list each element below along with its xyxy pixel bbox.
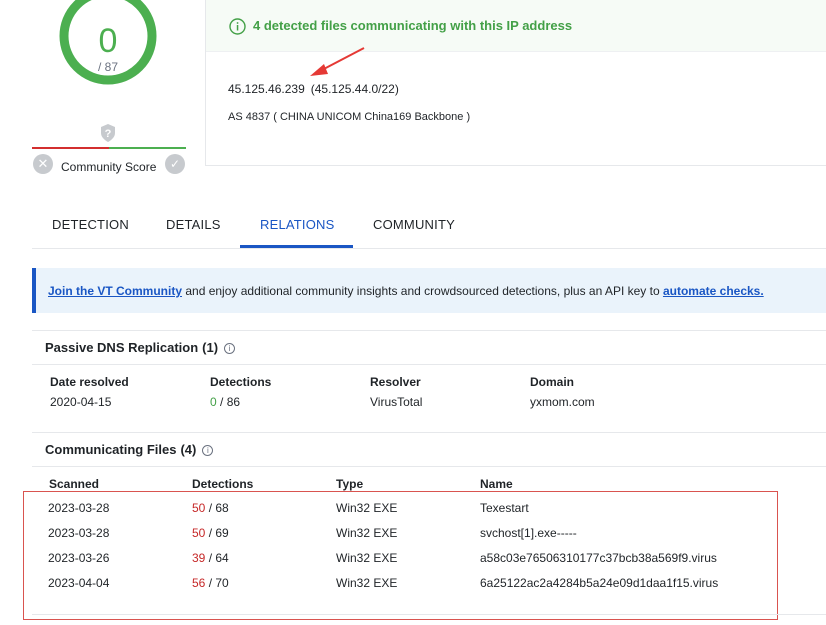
community-bar-positive bbox=[109, 147, 186, 149]
col-detections: Detections bbox=[210, 375, 272, 389]
dns-detections-count: 0 bbox=[210, 395, 217, 409]
community-score-label: Community Score bbox=[61, 160, 157, 174]
detection-total: / 87 bbox=[97, 60, 118, 74]
question-mark-icon: ? bbox=[101, 124, 115, 142]
divider bbox=[32, 364, 826, 365]
community-score-bar bbox=[32, 147, 186, 149]
vt-community-banner-text: Join the VT Community and enjoy addition… bbox=[48, 284, 764, 298]
tab-details[interactable]: DETAILS bbox=[166, 217, 221, 232]
tab-detection[interactable]: DETECTION bbox=[52, 217, 129, 232]
info-circle-icon bbox=[229, 18, 246, 35]
automate-checks-link[interactable]: automate checks. bbox=[663, 284, 764, 298]
col-scanned: Scanned bbox=[49, 477, 100, 491]
annotation-highlight-box bbox=[23, 491, 778, 620]
tab-community[interactable]: COMMUNITY bbox=[373, 217, 455, 232]
divider bbox=[32, 466, 826, 467]
communicating-files-title-text: Communicating Files bbox=[45, 442, 177, 457]
vt-banner-body: and enjoy additional community insights … bbox=[182, 284, 663, 298]
vt-community-banner: Join the VT Community and enjoy addition… bbox=[32, 268, 826, 313]
detection-score: 0 bbox=[98, 22, 118, 60]
score-widget: 0 / 87 ? ✕ Community Score ✓ bbox=[30, 0, 190, 180]
ip-address: 45.125.46.239 bbox=[228, 82, 305, 96]
detection-banner-text: 4 detected files communicating with this… bbox=[253, 18, 573, 33]
as-info: AS 4837 ( CHINA UNICOM China169 Backbone… bbox=[228, 111, 471, 123]
col-type: Type bbox=[336, 477, 364, 491]
passive-dns-title-text: Passive DNS Replication bbox=[45, 340, 199, 355]
ip-range: (45.125.44.0/22) bbox=[310, 82, 399, 96]
passive-dns-title: Passive DNS Replication (1) i bbox=[45, 340, 236, 355]
info-icon[interactable]: i bbox=[224, 343, 236, 354]
col-date-resolved: Date resolved bbox=[50, 375, 129, 389]
tab-bar: DETECTION DETAILS RELATIONS COMMUNITY bbox=[32, 200, 826, 249]
dns-resolver: VirusTotal bbox=[370, 395, 423, 409]
col-resolver: Resolver bbox=[370, 375, 421, 389]
dns-detections: 0 / 86 bbox=[210, 395, 240, 409]
passive-dns-card: Passive DNS Replication (1) i Date resolve… bbox=[32, 330, 826, 433]
info-icon[interactable]: i bbox=[202, 445, 214, 456]
annotation-arrow-icon bbox=[310, 47, 365, 76]
detection-banner: 4 detected files communicating with this… bbox=[206, 0, 826, 52]
close-icon[interactable]: ✕ bbox=[33, 154, 53, 174]
dns-date: 2020-04-15 bbox=[50, 395, 112, 409]
active-tab-indicator bbox=[240, 245, 353, 248]
community-bar-negative bbox=[32, 147, 109, 149]
communicating-files-count: (4) bbox=[180, 442, 197, 457]
passive-dns-count: (1) bbox=[202, 340, 219, 355]
communicating-files-title: Communicating Files (4) i bbox=[45, 442, 214, 457]
col-detections: Detections bbox=[192, 477, 254, 491]
dns-domain-link[interactable]: yxmom.com bbox=[530, 395, 595, 409]
join-community-link[interactable]: Join the VT Community bbox=[48, 284, 182, 298]
col-domain: Domain bbox=[530, 375, 575, 389]
dns-detections-total: / 86 bbox=[216, 395, 241, 409]
ip-address-line: 45.125.46.239 (45.125.44.0/22) bbox=[228, 82, 399, 96]
ip-summary-panel: 4 detected files communicating with this… bbox=[205, 0, 826, 166]
check-icon[interactable]: ✓ bbox=[165, 154, 185, 174]
svg-text:?: ? bbox=[105, 128, 112, 140]
tab-relations[interactable]: RELATIONS bbox=[260, 217, 335, 232]
col-name: Name bbox=[480, 477, 513, 491]
divider bbox=[32, 614, 826, 615]
